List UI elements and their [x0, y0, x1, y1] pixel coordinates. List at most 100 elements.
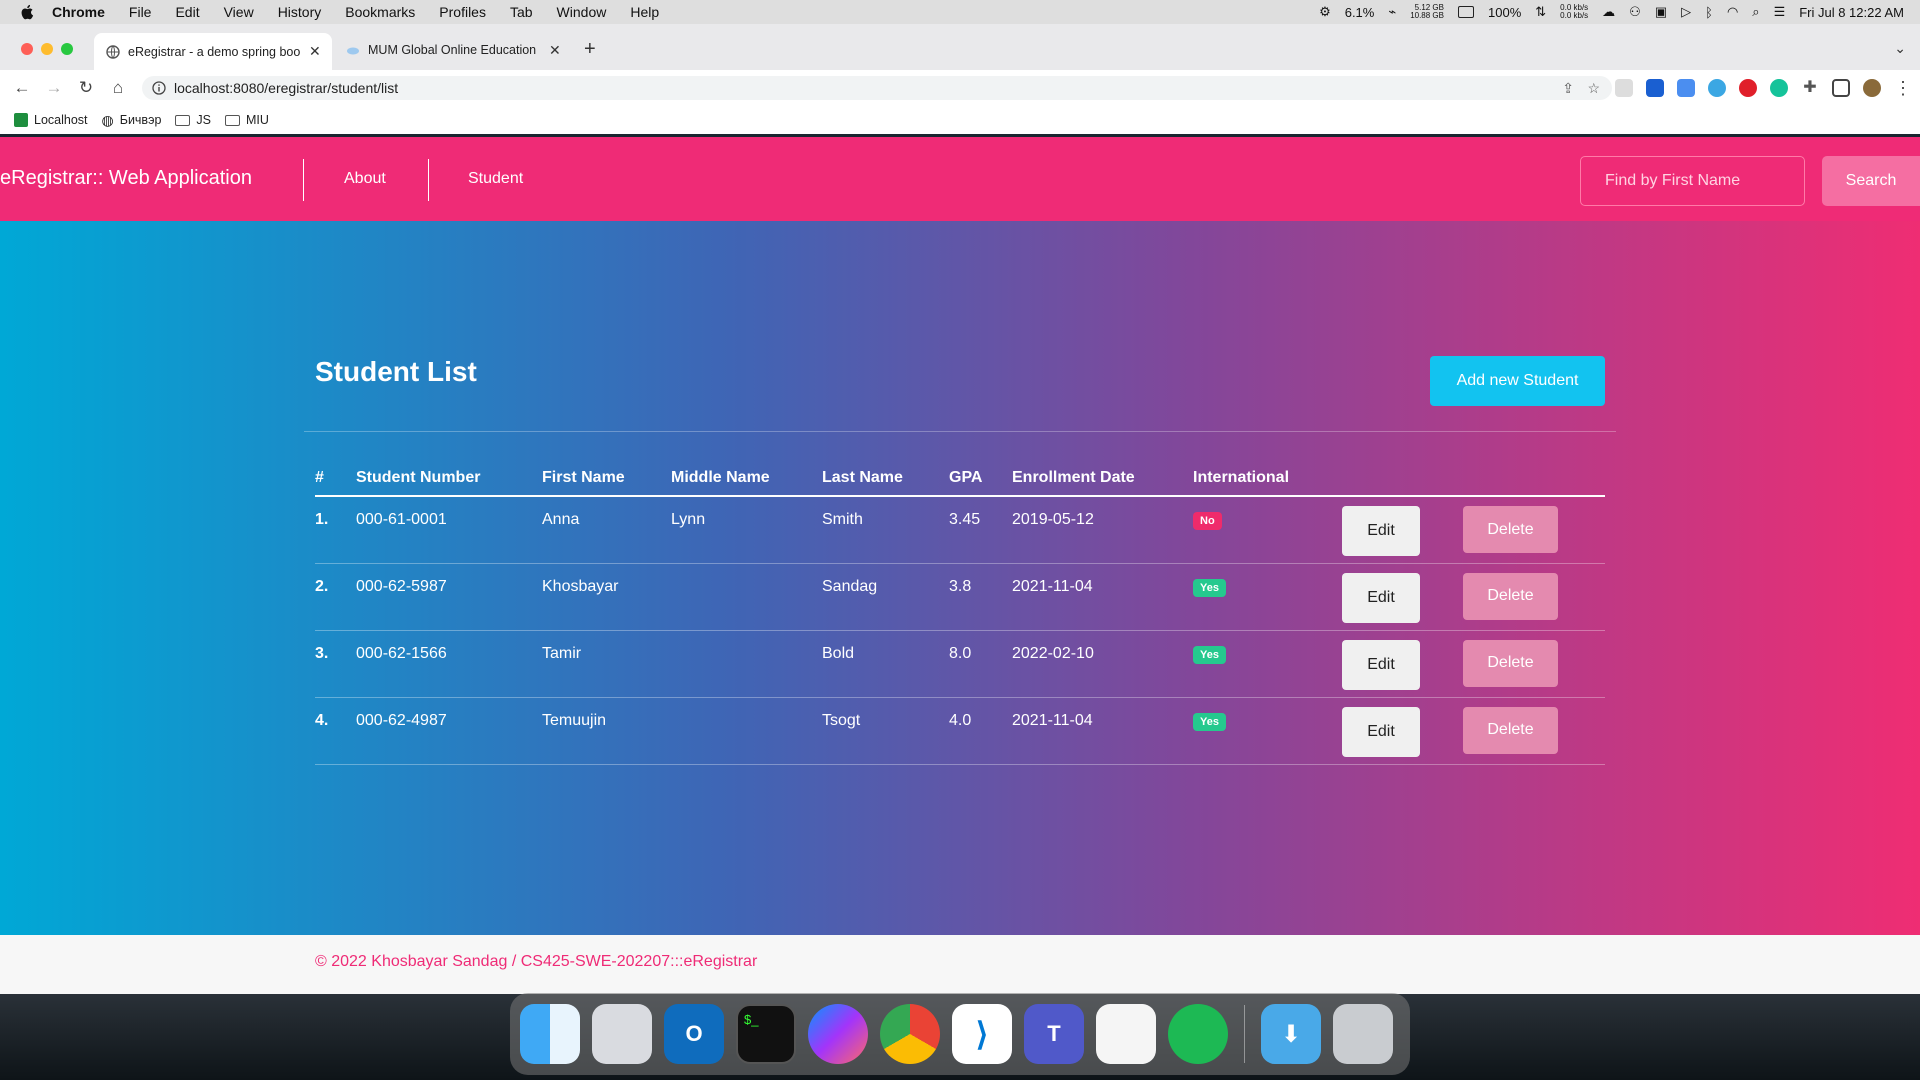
menu-file[interactable]: File — [129, 4, 152, 20]
international-cell: Yes — [1193, 630, 1342, 698]
table-row: 3. 000-62-1566 Tamir Bold 8.0 2022-02-10… — [315, 630, 1605, 698]
puzzle-extensions-icon[interactable]: ✚ — [1801, 79, 1819, 97]
delete-button[interactable]: Delete — [1463, 572, 1558, 620]
ce-icon[interactable] — [1096, 1004, 1156, 1064]
delete-cell: Delete — [1463, 697, 1605, 765]
chrome-icon[interactable] — [880, 1004, 940, 1064]
delete-button[interactable]: Delete — [1463, 639, 1558, 687]
app-brand[interactable]: eRegistrar:: Web Application — [0, 167, 252, 190]
edit-button[interactable]: Edit — [1342, 572, 1420, 623]
gpa: 3.45 — [949, 496, 1012, 564]
control-center-icon[interactable]: ☰ — [1774, 4, 1786, 20]
memory-icon: ⌁ — [1388, 4, 1397, 19]
international-cell: Yes — [1193, 563, 1342, 631]
binoculars-icon[interactable]: ⚇ — [1629, 4, 1641, 20]
menu-help[interactable]: Help — [630, 4, 659, 20]
opera-icon[interactable] — [1739, 79, 1757, 97]
nav-student[interactable]: Student — [468, 170, 523, 188]
outlook-icon[interactable]: O — [664, 1004, 724, 1064]
nav-divider — [428, 159, 429, 201]
bookmark-bichver[interactable]: ◍ Бичвэр — [102, 112, 162, 129]
delete-button[interactable]: Delete — [1463, 506, 1558, 553]
nav-about[interactable]: About — [344, 170, 386, 188]
teams-icon[interactable]: T — [1024, 1004, 1084, 1064]
address-bar[interactable]: localhost:8080/eregistrar/student/list ⇪… — [142, 76, 1612, 100]
close-window-icon[interactable] — [21, 43, 33, 55]
new-tab-plus-icon[interactable]: + — [584, 38, 596, 61]
menu-app-name[interactable]: Chrome — [52, 4, 105, 20]
grammarly-icon[interactable] — [1770, 79, 1788, 97]
launchpad-icon[interactable] — [592, 1004, 652, 1064]
clock[interactable]: Fri Jul 8 12:22 AM — [1799, 5, 1904, 20]
extension-a-icon[interactable] — [1615, 79, 1633, 97]
input-source-icon[interactable]: ▣ — [1655, 4, 1667, 20]
battery-icon[interactable] — [1458, 6, 1474, 18]
translate-icon[interactable] — [1677, 79, 1695, 97]
student-number: 000-61-0001 — [356, 496, 542, 564]
apple-icon[interactable] — [20, 4, 36, 20]
delete-cell: Delete — [1463, 630, 1605, 698]
bookmark-star-icon[interactable]: ☆ — [1587, 80, 1600, 97]
close-tab-icon[interactable]: ✕ — [549, 42, 561, 59]
menu-view[interactable]: View — [224, 4, 254, 20]
close-tab-icon[interactable]: ✕ — [309, 43, 321, 60]
profile-avatar[interactable] — [1863, 79, 1881, 97]
cpu-gear-icon[interactable]: ⚙ — [1319, 4, 1331, 20]
vscode-icon[interactable]: ⟩ — [952, 1004, 1012, 1064]
enrollment-date: 2021-11-04 — [1012, 563, 1193, 631]
edit-button[interactable]: Edit — [1342, 706, 1420, 757]
reload-icon[interactable]: ↻ — [76, 78, 96, 98]
tab-eregistrar[interactable]: eRegistrar - a demo spring boo ✕ — [94, 33, 332, 70]
menu-edit[interactable]: Edit — [175, 4, 199, 20]
web-page: eRegistrar:: Web Application About Stude… — [0, 137, 1920, 994]
finder-icon[interactable] — [520, 1004, 580, 1064]
menu-profiles[interactable]: Profiles — [439, 4, 486, 20]
delete-button[interactable]: Delete — [1463, 706, 1558, 754]
student-number: 000-62-1566 — [356, 630, 542, 698]
spotlight-search-icon[interactable]: ⌕ — [1752, 4, 1759, 20]
spotify-icon[interactable] — [1168, 1004, 1228, 1064]
menu-window[interactable]: Window — [557, 4, 607, 20]
kebab-menu-icon[interactable]: ⋮ — [1894, 78, 1912, 99]
tab-search-chevron-icon[interactable]: ⌄ — [1894, 40, 1906, 57]
forward-arrow-icon[interactable]: → — [44, 78, 64, 98]
col-enrollment-date: Enrollment Date — [1012, 461, 1193, 497]
home-icon[interactable]: ⌂ — [108, 78, 128, 98]
bookmark-js[interactable]: JS — [175, 113, 211, 127]
menu-history[interactable]: History — [278, 4, 322, 20]
messenger-icon[interactable] — [808, 1004, 868, 1064]
page-footer: © 2022 Khosbayar Sandag / CS425-SWE-2022… — [0, 935, 1920, 994]
back-arrow-icon[interactable]: ← — [12, 78, 32, 98]
bookmark-miu[interactable]: MIU — [225, 113, 269, 127]
tab-title: eRegistrar - a demo spring boo — [128, 44, 301, 59]
wifi-icon[interactable]: ◠ — [1727, 4, 1738, 20]
terminal-icon[interactable]: $_ — [736, 1004, 796, 1064]
add-student-button[interactable]: Add new Student — [1430, 356, 1605, 406]
downloads-icon[interactable]: ⬇ — [1261, 1004, 1321, 1064]
enrollment-date: 2022-02-10 — [1012, 630, 1193, 698]
search-input[interactable] — [1580, 156, 1805, 206]
international-cell: Yes — [1193, 697, 1342, 765]
share-icon[interactable]: ⇪ — [1562, 80, 1574, 97]
menubar: Chrome File Edit View History Bookmarks … — [0, 0, 1920, 24]
menu-bookmarks[interactable]: Bookmarks — [345, 4, 415, 20]
edit-button[interactable]: Edit — [1342, 639, 1420, 690]
edit-button[interactable]: Edit — [1342, 506, 1420, 556]
bookmark-localhost[interactable]: Localhost — [14, 113, 88, 127]
zoom-window-icon[interactable] — [61, 43, 73, 55]
info-icon[interactable] — [152, 81, 166, 95]
extension-b-icon[interactable] — [1646, 79, 1664, 97]
international-badge: Yes — [1193, 578, 1226, 597]
play-icon[interactable]: ▷ — [1681, 4, 1691, 20]
student-number: 000-62-5987 — [356, 563, 542, 631]
cloud-icon[interactable]: ☁ — [1602, 4, 1615, 20]
edit-cell: Edit — [1342, 630, 1463, 698]
menu-tab[interactable]: Tab — [510, 4, 533, 20]
search-button[interactable]: Search — [1822, 156, 1920, 206]
trash-icon[interactable] — [1333, 1004, 1393, 1064]
minimize-window-icon[interactable] — [41, 43, 53, 55]
bluetooth-icon[interactable]: ᛒ — [1705, 5, 1713, 20]
tab-mum[interactable]: MUM Global Online Education ✕ — [334, 35, 572, 65]
extension-c-icon[interactable] — [1708, 79, 1726, 97]
side-panel-icon[interactable] — [1832, 79, 1850, 97]
